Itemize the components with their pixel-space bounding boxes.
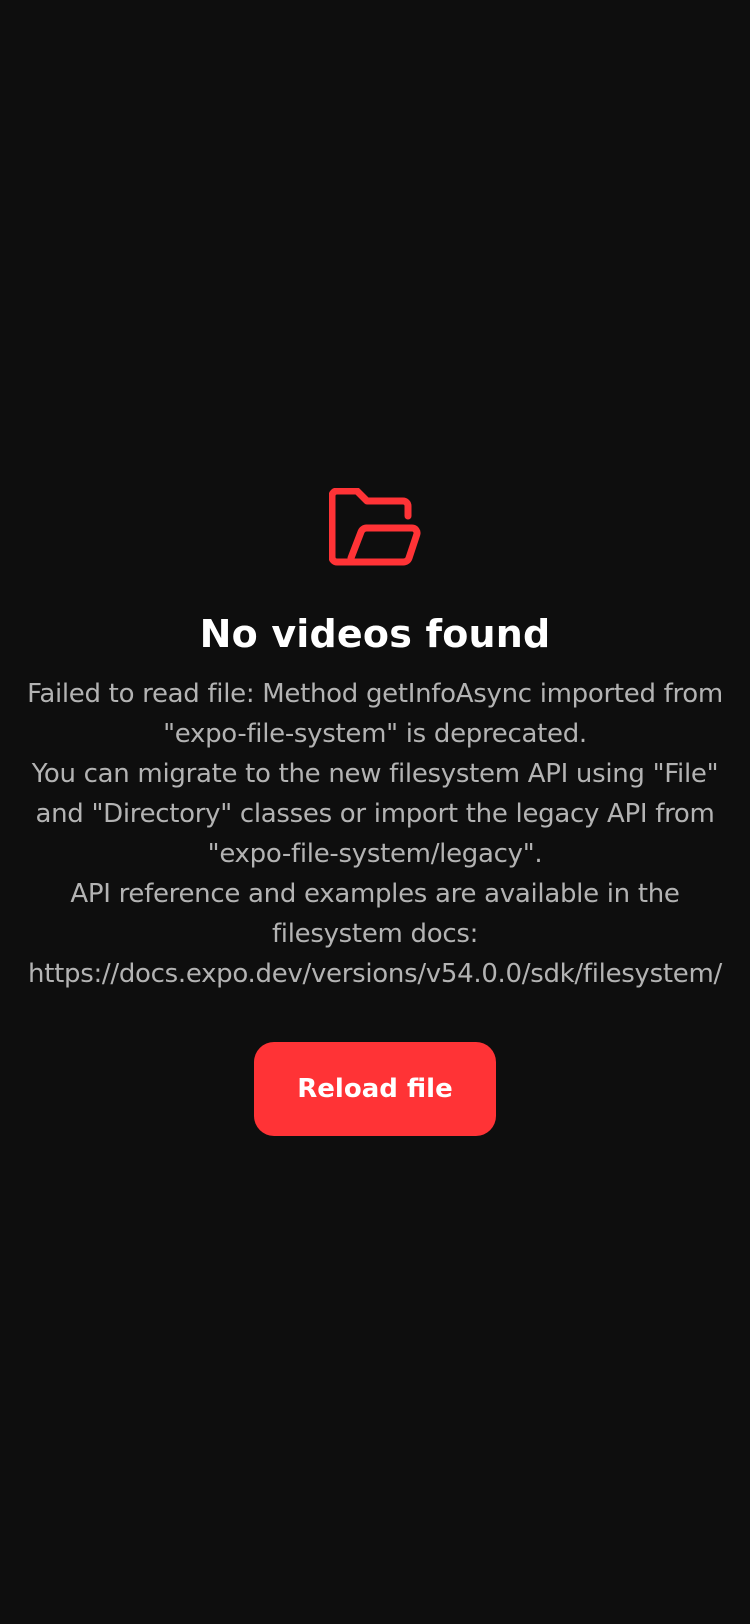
- empty-state: No videos found Failed to read file: Met…: [0, 488, 750, 1136]
- empty-state-title: No videos found: [199, 612, 551, 656]
- folder-open-icon: [329, 488, 421, 566]
- screen: No videos found Failed to read file: Met…: [0, 0, 750, 1624]
- reload-file-button[interactable]: Reload file: [254, 1042, 496, 1136]
- error-message: Failed to read file: Method getInfoAsync…: [27, 679, 723, 989]
